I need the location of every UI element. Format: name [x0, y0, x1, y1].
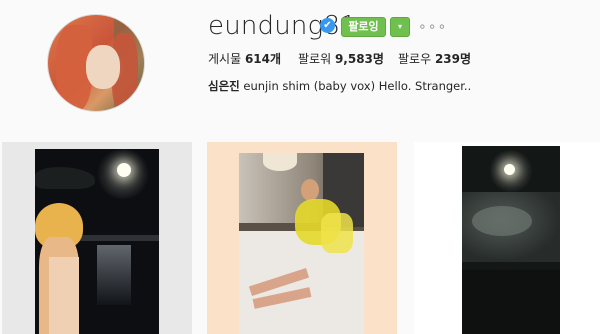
avatar-face	[86, 45, 120, 89]
stat-following[interactable]: 팔로우 239명	[398, 51, 471, 67]
chevron-down-icon[interactable]: ▾	[390, 17, 410, 37]
woman-on-bed-photo	[239, 153, 364, 334]
stat-followers[interactable]: 팔로워 9,583명	[298, 51, 384, 67]
stat-posts: 게시물 614개	[208, 51, 281, 67]
moon-clouds-sea-photo	[462, 146, 560, 334]
moon-night-sea-photo	[35, 149, 159, 334]
stat-following-label: 팔로우	[398, 52, 432, 66]
stat-posts-label: 게시물	[208, 52, 242, 66]
stat-posts-value: 614개	[244, 52, 282, 66]
post-thumbnail-1[interactable]	[2, 142, 192, 334]
post-thumbnail-3[interactable]	[414, 142, 600, 334]
profile-avatar[interactable]	[47, 14, 145, 112]
bio-text: eunjin shim (baby vox) Hello. Stranger..	[243, 79, 472, 93]
post-thumbnail-2[interactable]	[207, 142, 397, 334]
following-button[interactable]: 팔로잉	[341, 17, 386, 37]
stat-followers-value: 9,583명	[334, 52, 384, 66]
stat-followers-label: 팔로워	[298, 52, 332, 66]
verified-badge-icon: ✔	[320, 18, 335, 33]
profile-bio: 심은진 eunjin shim (baby vox) Hello. Strang…	[208, 78, 471, 94]
stat-following-value: 239명	[434, 52, 472, 66]
bio-full-name: 심은진	[208, 79, 240, 93]
more-options-icon[interactable]: ∘∘∘	[418, 18, 447, 36]
